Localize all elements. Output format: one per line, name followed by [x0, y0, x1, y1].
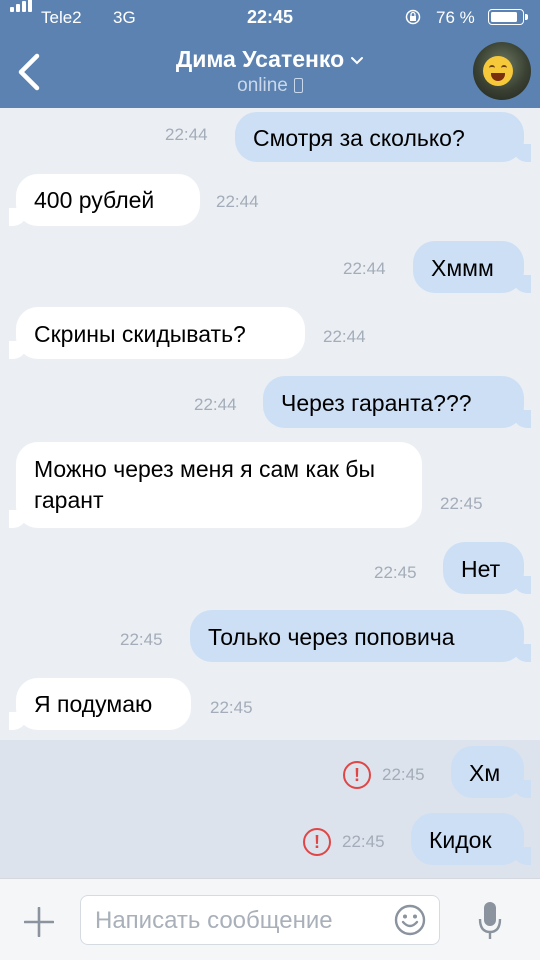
- contact-status: online: [237, 75, 288, 96]
- mic-icon[interactable]: [478, 901, 502, 941]
- smile-icon[interactable]: [394, 904, 426, 936]
- message-time: 22:45: [374, 563, 417, 582]
- message-text: Я подумаю: [34, 691, 153, 717]
- message-time: 22:44: [194, 395, 237, 414]
- message-text: Хммм: [431, 255, 494, 281]
- phone-icon: [293, 78, 303, 93]
- message-bubble-incoming[interactable]: 400 рублей: [9, 174, 200, 226]
- message-time: 22:45: [120, 630, 163, 649]
- avatar[interactable]: [473, 42, 531, 100]
- message-time: 22:45: [342, 832, 385, 851]
- message-bubble-incoming[interactable]: Скрины скидывать?: [9, 307, 305, 359]
- chat-title[interactable]: Дима Усатенко online: [0, 46, 540, 97]
- battery-percent: 76 %: [436, 8, 475, 27]
- message-bubble-outgoing[interactable]: Кидок: [411, 813, 531, 865]
- message-bubble-outgoing[interactable]: Смотря за сколько?: [235, 112, 531, 162]
- message-text: Скрины скидывать?: [34, 321, 246, 347]
- plus-icon[interactable]: [24, 907, 54, 937]
- contact-name: Дима Усатенко: [175, 46, 345, 72]
- message-text: Только через поповича: [208, 624, 455, 650]
- message-composer: [0, 878, 540, 960]
- message-bubble-outgoing[interactable]: Через гаранта???: [263, 376, 531, 428]
- message-text: Кидок: [429, 827, 492, 853]
- chevron-down-icon: [351, 56, 364, 65]
- message-bubble-outgoing[interactable]: Хм: [451, 746, 531, 798]
- status-bar: Tele2 3G 22:45 76 %: [0, 0, 540, 36]
- message-time: 22:44: [343, 259, 386, 278]
- message-bubble-outgoing[interactable]: Нет: [443, 542, 531, 594]
- message-bubble-outgoing[interactable]: Хммм: [413, 241, 531, 293]
- message-text: 400 рублей: [34, 187, 155, 213]
- message-time: 22:44: [216, 192, 259, 211]
- message-text: Можно через меня я сам как бы гарант: [34, 456, 376, 513]
- message-text: Смотря за сколько?: [253, 125, 465, 151]
- message-time: 22:44: [165, 125, 208, 144]
- message-text: Нет: [461, 556, 501, 582]
- message-time: 22:45: [210, 698, 253, 717]
- message-input-box[interactable]: [80, 895, 440, 946]
- message-time: 22:45: [440, 494, 483, 513]
- message-time: 22:45: [382, 765, 425, 784]
- error-icon[interactable]: !: [303, 828, 331, 856]
- lock-rotation-icon: [405, 9, 421, 25]
- message-bubble-outgoing[interactable]: Только через поповича: [190, 610, 531, 662]
- chat-header: Tele2 3G 22:45 76 % Дима Усатенко online: [0, 0, 540, 108]
- battery-icon: [488, 9, 528, 25]
- message-text: Через гаранта???: [281, 390, 472, 416]
- message-list[interactable]: 22:44 Смотря за сколько? 400 рублей 22:4…: [0, 108, 540, 878]
- message-time: 22:44: [323, 327, 366, 346]
- message-text: Хм: [469, 760, 501, 786]
- message-input[interactable]: [93, 896, 387, 946]
- error-icon[interactable]: !: [343, 761, 371, 789]
- message-bubble-incoming[interactable]: Можно через меня я сам как бы гарант: [9, 442, 422, 528]
- message-bubble-incoming[interactable]: Я подумаю: [9, 678, 191, 730]
